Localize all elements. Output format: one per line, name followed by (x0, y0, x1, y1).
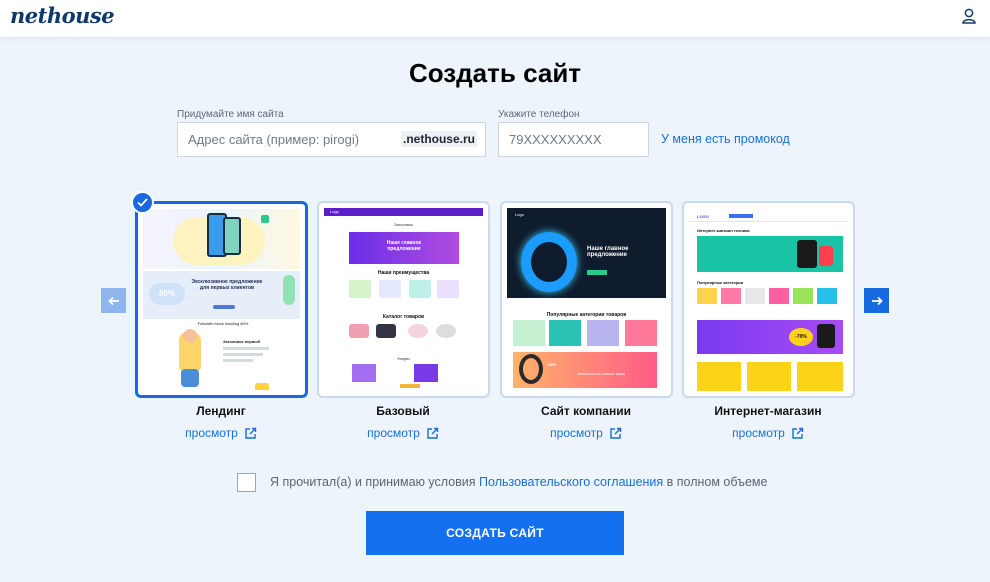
carousel-prev-button[interactable] (101, 288, 126, 313)
thumb-text: Заголовок первый (223, 339, 260, 344)
arrow-right-icon (871, 296, 883, 305)
template-card-landing[interactable]: 50% Эксклюзивное предложение для первых … (135, 201, 308, 398)
template-name-landing: Лендинг (196, 404, 246, 418)
thumb-text: Наше главное предложение (587, 246, 629, 258)
thumb-text: Наше главное предложение (386, 240, 422, 252)
thumb-text: Fullwidth block heading 80% (197, 321, 249, 326)
thumb-text: -70% (789, 328, 813, 346)
external-link-icon (427, 427, 439, 439)
thumb-text: Записаться на главные акции (577, 372, 626, 376)
preview-link-landing[interactable]: просмотр (126, 426, 316, 440)
create-site-button[interactable]: СОЗДАТЬ САЙТ (366, 511, 624, 555)
thumb-text: Услуги (397, 356, 410, 361)
arrow-left-icon (107, 296, 119, 305)
template-name-store: Интернет-магазин (714, 404, 822, 418)
thumb-text: -40% (547, 362, 557, 367)
thumb-text: Logo (330, 209, 339, 214)
template-card-store[interactable]: LOGO Интернет-магазин техники Популярные… (682, 201, 855, 398)
template-thumbnail-company: Logo Наше главное предложение Популярные… (507, 208, 666, 391)
external-link-icon (610, 427, 622, 439)
terms-text-after: в полном объеме (663, 475, 768, 489)
preview-label: просмотр (185, 426, 238, 440)
thumb-text: Популярные категории (697, 280, 744, 285)
thumb-text: Каталог товаров (382, 314, 425, 320)
external-link-icon (245, 427, 257, 439)
template-card-basic[interactable]: Logo Заголовок Наше главное предложение … (317, 201, 490, 398)
template-name-company: Сайт компании (541, 404, 631, 418)
user-account-icon[interactable] (960, 7, 978, 25)
domain-suffix: .nethouse.ru (400, 131, 477, 147)
thumb-text: 50% (149, 283, 185, 305)
top-header: nethouse (0, 0, 990, 37)
template-thumbnail-basic: Logo Заголовок Наше главное предложение … (324, 208, 483, 391)
user-agreement-link[interactable]: Пользовательского соглашения (479, 475, 663, 489)
thumb-text: Интернет-магазин техники (697, 228, 750, 233)
phone-label: Укажите телефон (498, 109, 580, 120)
template-name-basic: Базовый (376, 404, 430, 418)
template-card-company[interactable]: Logo Наше главное предложение Популярные… (500, 201, 673, 398)
preview-label: просмотр (732, 426, 785, 440)
promo-code-link[interactable]: У меня есть промокод (661, 132, 790, 146)
terms-text: Я прочитал(а) и принимаю условия Пользов… (270, 475, 767, 489)
terms-checkbox[interactable] (237, 473, 256, 492)
phone-input[interactable] (499, 123, 648, 156)
external-link-icon (792, 427, 804, 439)
preview-label: просмотр (550, 426, 603, 440)
site-name-label: Придумайте имя сайта (177, 109, 284, 120)
phone-field[interactable] (498, 122, 649, 157)
preview-label: просмотр (367, 426, 420, 440)
template-thumbnail-store: LOGO Интернет-магазин техники Популярные… (689, 208, 848, 391)
thumb-text: Наши преимущества (377, 270, 430, 276)
thumb-text: Logo (515, 212, 524, 217)
preview-link-store[interactable]: просмотр (673, 426, 863, 440)
page-title: Создать сайт (408, 58, 582, 88)
terms-text-before: Я прочитал(а) и принимаю условия (270, 475, 480, 489)
carousel-next-button[interactable] (864, 288, 889, 313)
nethouse-logo[interactable]: nethouse (10, 3, 115, 28)
template-thumbnail-landing: 50% Эксклюзивное предложение для первых … (143, 209, 300, 390)
thumb-text: LOGO (697, 214, 709, 219)
preview-link-company[interactable]: просмотр (491, 426, 681, 440)
thumb-text: Заголовок (394, 222, 413, 227)
selected-check-icon (131, 191, 154, 214)
site-name-field[interactable]: .nethouse.ru (177, 122, 486, 157)
preview-link-basic[interactable]: просмотр (308, 426, 498, 440)
thumb-text: Популярные категории товаров (546, 312, 627, 318)
thumb-text: Эксклюзивное предложение для первых клие… (191, 279, 263, 291)
